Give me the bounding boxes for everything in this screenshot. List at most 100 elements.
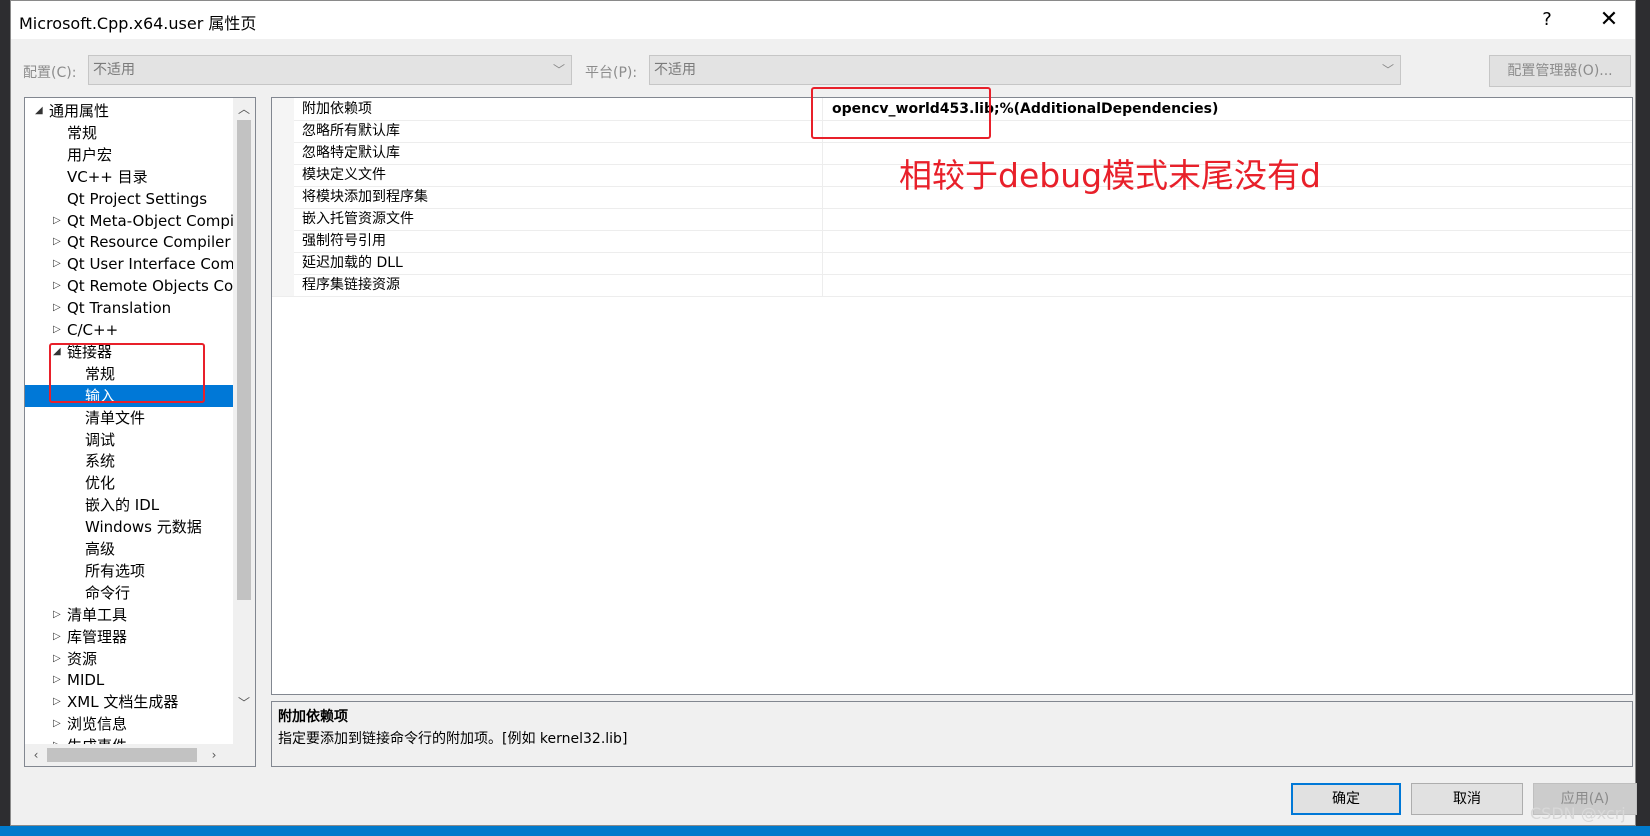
ok-button[interactable]: 确定 (1291, 783, 1401, 815)
title-bar: Microsoft.Cpp.x64.user 属性页 ? ✕ (11, 1, 1635, 39)
tree-item[interactable]: ▷ XML 文档生成器 (25, 691, 233, 713)
expand-arrow-icon[interactable]: ▷ (53, 319, 61, 341)
tree-item-label: 常规 (67, 123, 98, 142)
tree-item[interactable]: ▷ 清单工具 (25, 604, 233, 626)
expand-arrow-icon[interactable]: ▷ (53, 713, 61, 735)
scroll-down-icon[interactable]: ﹀ (233, 694, 255, 711)
platform-dropdown-value: 不适用 (654, 62, 696, 78)
tree-item[interactable]: 命令行 (25, 582, 233, 604)
tree-item-label: Qt Remote Objects Compiler (67, 277, 233, 296)
property-name: 程序集链接资源 (302, 277, 400, 293)
expand-arrow-icon[interactable]: ▷ (53, 253, 61, 275)
property-name: 忽略特定默认库 (302, 145, 400, 161)
expand-arrow-icon[interactable]: ▷ (53, 604, 61, 626)
tree-item[interactable]: 嵌入的 IDL (25, 494, 233, 516)
property-row[interactable]: 强制符号引用 (272, 230, 1632, 253)
tree-item[interactable]: ▷ Qt Remote Objects Compiler (25, 275, 233, 297)
tree-item[interactable]: ▷ 资源 (25, 648, 233, 670)
tree-item[interactable]: ▷ Qt Resource Compiler (25, 231, 233, 253)
row-gutter (272, 120, 294, 142)
expand-arrow-icon[interactable]: ▷ (53, 275, 61, 297)
expand-arrow-icon[interactable]: ▷ (53, 210, 61, 232)
tree-item-label: 系统 (85, 452, 116, 471)
dialog-title: Microsoft.Cpp.x64.user 属性页 (19, 14, 257, 33)
annotation-text: 相较于debug模式末尾没有d (899, 156, 1322, 195)
property-name: 附加依赖项 (302, 101, 372, 117)
tree-item-label: 清单文件 (85, 408, 146, 427)
description-text: 指定要添加到链接命令行的附加项。[例如 kernel32.lib] (278, 731, 628, 747)
scroll-left-icon[interactable]: ‹ (25, 744, 47, 766)
annotation-box-tree (49, 343, 205, 403)
scroll-right-icon[interactable]: › (203, 744, 225, 766)
property-row[interactable]: 程序集链接资源 (272, 274, 1632, 297)
property-row[interactable]: 延迟加载的 DLL (272, 252, 1632, 275)
collapse-arrow-icon[interactable]: ◢ (35, 100, 43, 122)
property-name: 忽略所有默认库 (302, 123, 400, 139)
tree-horizontal-scrollbar[interactable]: ‹ › (25, 744, 255, 766)
background-editor-left (0, 0, 10, 836)
property-row[interactable]: 嵌入托管资源文件 (272, 208, 1632, 231)
tree-item-label: 所有选项 (85, 561, 146, 580)
tree-item[interactable]: 清单文件 (25, 407, 233, 429)
tree-item-label: C/C++ (67, 321, 119, 339)
tree-item-label: Qt Resource Compiler (67, 233, 231, 252)
cancel-button[interactable]: 取消 (1411, 783, 1523, 815)
row-gutter (272, 142, 294, 164)
property-name: 延迟加载的 DLL (302, 255, 403, 271)
tree-item[interactable]: 调试 (25, 429, 233, 451)
chevron-down-icon: ﹀ (552, 63, 565, 77)
tree-item[interactable]: ▷ Qt Translation (25, 297, 233, 319)
column-divider (822, 252, 823, 274)
tree-vertical-scrollbar[interactable]: ︿ ﹀ (233, 98, 255, 744)
tree-item[interactable]: ▷ 库管理器 (25, 626, 233, 648)
tree-item[interactable]: 系统 (25, 450, 233, 472)
scroll-thumb-horizontal[interactable] (47, 748, 197, 762)
tree-item[interactable]: ▷ Qt Meta-Object Compiler (25, 210, 233, 232)
tree-item[interactable]: VC++ 目录 (25, 166, 233, 188)
tree-item-label: VC++ 目录 (67, 167, 148, 186)
tree-item-label: Windows 元数据 (85, 518, 202, 537)
expand-arrow-icon[interactable]: ▷ (53, 297, 61, 319)
tree-item-label: 浏览信息 (67, 715, 128, 734)
row-gutter (272, 252, 294, 274)
expand-arrow-icon[interactable]: ▷ (53, 691, 61, 713)
expand-arrow-icon[interactable]: ▷ (53, 669, 61, 691)
help-button[interactable]: ? (1527, 5, 1567, 35)
background-status-bar (0, 826, 1650, 836)
tree-item[interactable]: Qt Project Settings (25, 188, 233, 210)
tree-item-label: Qt Meta-Object Compiler (67, 211, 233, 230)
scroll-up-icon[interactable]: ︿ (233, 100, 255, 117)
tree-item[interactable]: 常规 (25, 122, 233, 144)
tree-item[interactable]: ▷ C/C++ (25, 319, 233, 341)
tree-item[interactable]: 用户宏 (25, 144, 233, 166)
tree-item[interactable]: 高级 (25, 538, 233, 560)
tree-item-label: 高级 (85, 540, 116, 558)
tree-item-label: 优化 (85, 474, 116, 493)
config-label: 配置(C): (23, 65, 77, 81)
tree-item[interactable]: Windows 元数据 (25, 516, 233, 538)
tree-item[interactable]: ◢ 通用属性 (25, 100, 233, 122)
tree-item[interactable]: ▷ 浏览信息 (25, 713, 233, 735)
expand-arrow-icon[interactable]: ▷ (53, 648, 61, 670)
tree-item[interactable]: ▷ MIDL (25, 669, 233, 691)
config-dropdown[interactable]: 不适用 ﹀ (88, 55, 572, 85)
column-divider (822, 274, 823, 296)
expand-arrow-icon[interactable]: ▷ (53, 626, 61, 648)
tree-item[interactable]: 所有选项 (25, 560, 233, 582)
property-tree[interactable]: ◢ 通用属性 常规 用户宏 VC++ 目录 Qt Project Settings ▷ Qt … (24, 97, 256, 767)
expand-arrow-icon[interactable]: ▷ (53, 231, 61, 253)
description-title: 附加依赖项 (278, 709, 348, 725)
config-manager-button[interactable]: 配置管理器(O)... (1489, 55, 1631, 87)
tree-item-label: 嵌入的 IDL (85, 496, 160, 515)
column-divider (822, 186, 823, 208)
scroll-thumb[interactable] (237, 120, 251, 600)
tree-item-label: Qt Project Settings (67, 189, 208, 208)
tree-item[interactable]: ▷ Qt User Interface Compiler (25, 253, 233, 275)
tree-item-label: 库管理器 (67, 627, 128, 646)
property-name: 嵌入托管资源文件 (302, 211, 414, 227)
tree-item[interactable]: 优化 (25, 472, 233, 494)
platform-dropdown[interactable]: 不适用 ﹀ (649, 55, 1401, 85)
row-gutter (272, 164, 294, 186)
close-button[interactable]: ✕ (1589, 5, 1629, 35)
row-gutter (272, 208, 294, 230)
